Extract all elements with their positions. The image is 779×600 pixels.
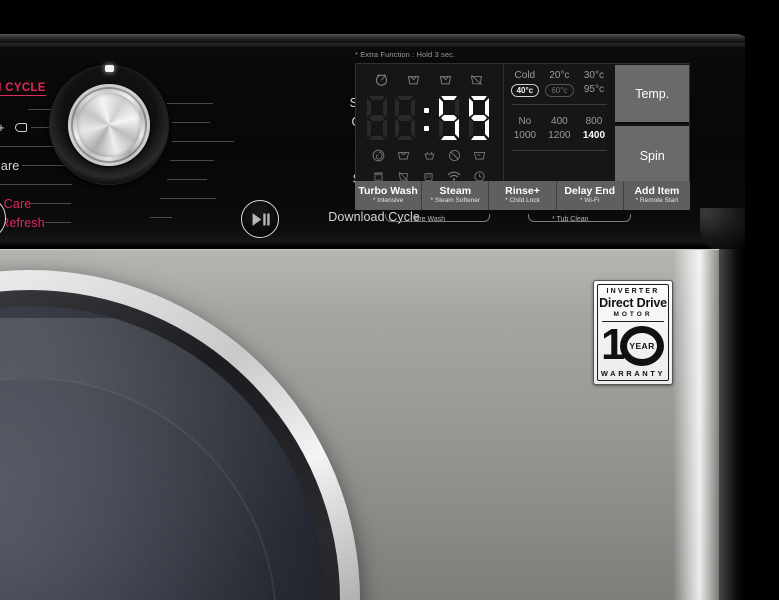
time-remaining-display [364, 94, 496, 142]
temp-option-40c[interactable]: 40°c [510, 84, 540, 97]
cycle-dial-knob-inner[interactable] [77, 93, 141, 157]
cotton-plus-icon [15, 123, 27, 132]
cycle-label-easy-care[interactable]: Easy Care [0, 159, 19, 173]
leader-line [167, 179, 207, 180]
add-item-button[interactable]: Add Item * Remote Start [624, 181, 690, 210]
background-right [745, 0, 779, 600]
mode-buttons: Temp. Spin [615, 64, 690, 192]
tub-clean-bracket [528, 214, 631, 222]
spin-option-1200[interactable]: 1200 [545, 130, 574, 141]
warranty-digit-zero: YEAR [620, 325, 664, 366]
add-item-label: Add Item [634, 185, 680, 198]
cycle-dial[interactable] [50, 65, 168, 184]
door-chrome-ring[interactable] [0, 270, 360, 600]
delay-end-label: Delay End [564, 185, 616, 198]
option-divider [511, 150, 608, 151]
delay-end-button[interactable]: Delay End * Wi-Fi [557, 181, 624, 210]
turbo-wash-sublabel: * Intensive [372, 197, 404, 205]
spin-option-1000[interactable]: 1000 [511, 130, 540, 141]
steam-basket-icon [474, 151, 486, 160]
body-edge-highlight [673, 250, 719, 600]
turbo-wash-label: Turbo Wash [358, 185, 418, 198]
leader-line [150, 217, 172, 218]
temp-button[interactable]: Temp. [615, 65, 690, 124]
display-time-area [356, 64, 503, 192]
cycle-label-steam-refresh[interactable]: Steam Refresh [0, 216, 45, 230]
cycle-label-cotton-plus[interactable]: Cotton+ [0, 121, 5, 135]
control-panel: STEAM CYCLE Cotton Cotton+ Mix Easy Care… [0, 34, 755, 246]
door-glass [0, 306, 324, 600]
time-digit-2 [466, 94, 492, 142]
start-pause-button[interactable] [241, 200, 279, 238]
leader-line [167, 103, 213, 104]
turbo-wash-button[interactable]: Turbo Wash * Intensive [355, 181, 423, 210]
time-colon [424, 108, 429, 132]
rinse-plus-sublabel: * Child Lock [505, 197, 540, 205]
delay-end-sublabel: * Wi-Fi [579, 197, 600, 205]
temp-option-20c[interactable]: 20°c [545, 70, 574, 81]
badge-direct-drive-label: Direct Drive [599, 296, 667, 310]
cycle-label-energy-care[interactable]: Energy Care [0, 197, 31, 211]
appliance-photo: STEAM CYCLE Cotton Cotton+ Mix Easy Care… [0, 0, 779, 600]
leader-line [45, 222, 71, 223]
spin-option-800[interactable]: 800 [580, 116, 609, 127]
temp-option-95c[interactable]: 95°c [580, 84, 609, 97]
temp-option-30c[interactable]: 30°c [580, 70, 609, 81]
spin-option-1400[interactable]: 1400 [580, 130, 609, 141]
temp-option-cold[interactable]: Cold [511, 70, 540, 81]
warranty-years-graphic: 1 YEAR [600, 322, 666, 367]
rinse-plus-label: Rinse+ [505, 185, 540, 198]
display-status-icons-row1 [356, 146, 503, 164]
steam-label: Steam [439, 185, 472, 198]
leader-line [160, 198, 216, 199]
no-spin-icon [471, 74, 483, 85]
leader-line [0, 184, 72, 185]
steam-sublabel: * Steam Softener [430, 197, 481, 205]
leader-line [172, 122, 210, 123]
extra-function-note: * Extra Function : Hold 3 sec. [355, 50, 456, 59]
body-right-shadow [719, 249, 745, 600]
door-inner-ring [0, 290, 340, 600]
function-button-bar: Turbo Wash * Intensive Steam * Steam Sof… [355, 181, 690, 210]
option-divider [511, 104, 608, 105]
pre-wash-bracket [385, 214, 490, 222]
leader-line [31, 203, 71, 204]
spin-option-no[interactable]: No [511, 116, 540, 127]
leader-line [172, 141, 234, 142]
time-digit-ghost-2 [392, 94, 418, 142]
add-item-sublabel: * Remote Start [635, 197, 679, 205]
steam-button[interactable]: Steam * Steam Softener [422, 181, 490, 210]
wash-basket-icon [407, 75, 420, 84]
spin-option-400[interactable]: 400 [545, 116, 574, 127]
spin-options: No 400 800 1000 1200 1400 [504, 108, 616, 145]
badge-motor-label: MOTOR [613, 311, 653, 318]
time-digit-1 [436, 94, 462, 142]
steam-cycle-header: STEAM CYCLE [0, 82, 46, 96]
temperature-options: Cold 20°c 30°c 40°c 60°c 95°c [504, 64, 616, 101]
spiral-icon [372, 149, 385, 161]
alarm-icon [376, 73, 388, 86]
warranty-year-label: YEAR [629, 340, 655, 351]
background-top [0, 0, 779, 34]
time-digit-ghost-1 [364, 94, 390, 142]
temp-option-60c[interactable]: 60°c [545, 84, 574, 97]
no-spin-icon [449, 149, 461, 161]
display-status-icons-top [356, 70, 503, 88]
badge-inverter-label: INVERTER [606, 288, 660, 295]
wash-basket-icon [439, 75, 451, 84]
spin-button[interactable]: Spin [615, 126, 690, 185]
play-pause-icon [252, 212, 270, 226]
temp-spin-options: Cold 20°c 30°c 40°c 60°c 95°c No 400 800… [502, 64, 616, 192]
lcd-display: Cold 20°c 30°c 40°c 60°c 95°c No 400 800… [355, 63, 690, 193]
badge-warranty-label: WARRANTY [600, 369, 666, 378]
cycle-dial-knob[interactable] [68, 84, 150, 166]
leader-line [170, 160, 214, 161]
rinse-plus-button[interactable]: Rinse+ * Child Lock [489, 181, 557, 210]
prewash-icon [398, 151, 410, 160]
rinse-icon [424, 151, 435, 160]
warranty-badge: INVERTER Direct Drive MOTOR 1 YEAR WARRA… [593, 280, 673, 385]
